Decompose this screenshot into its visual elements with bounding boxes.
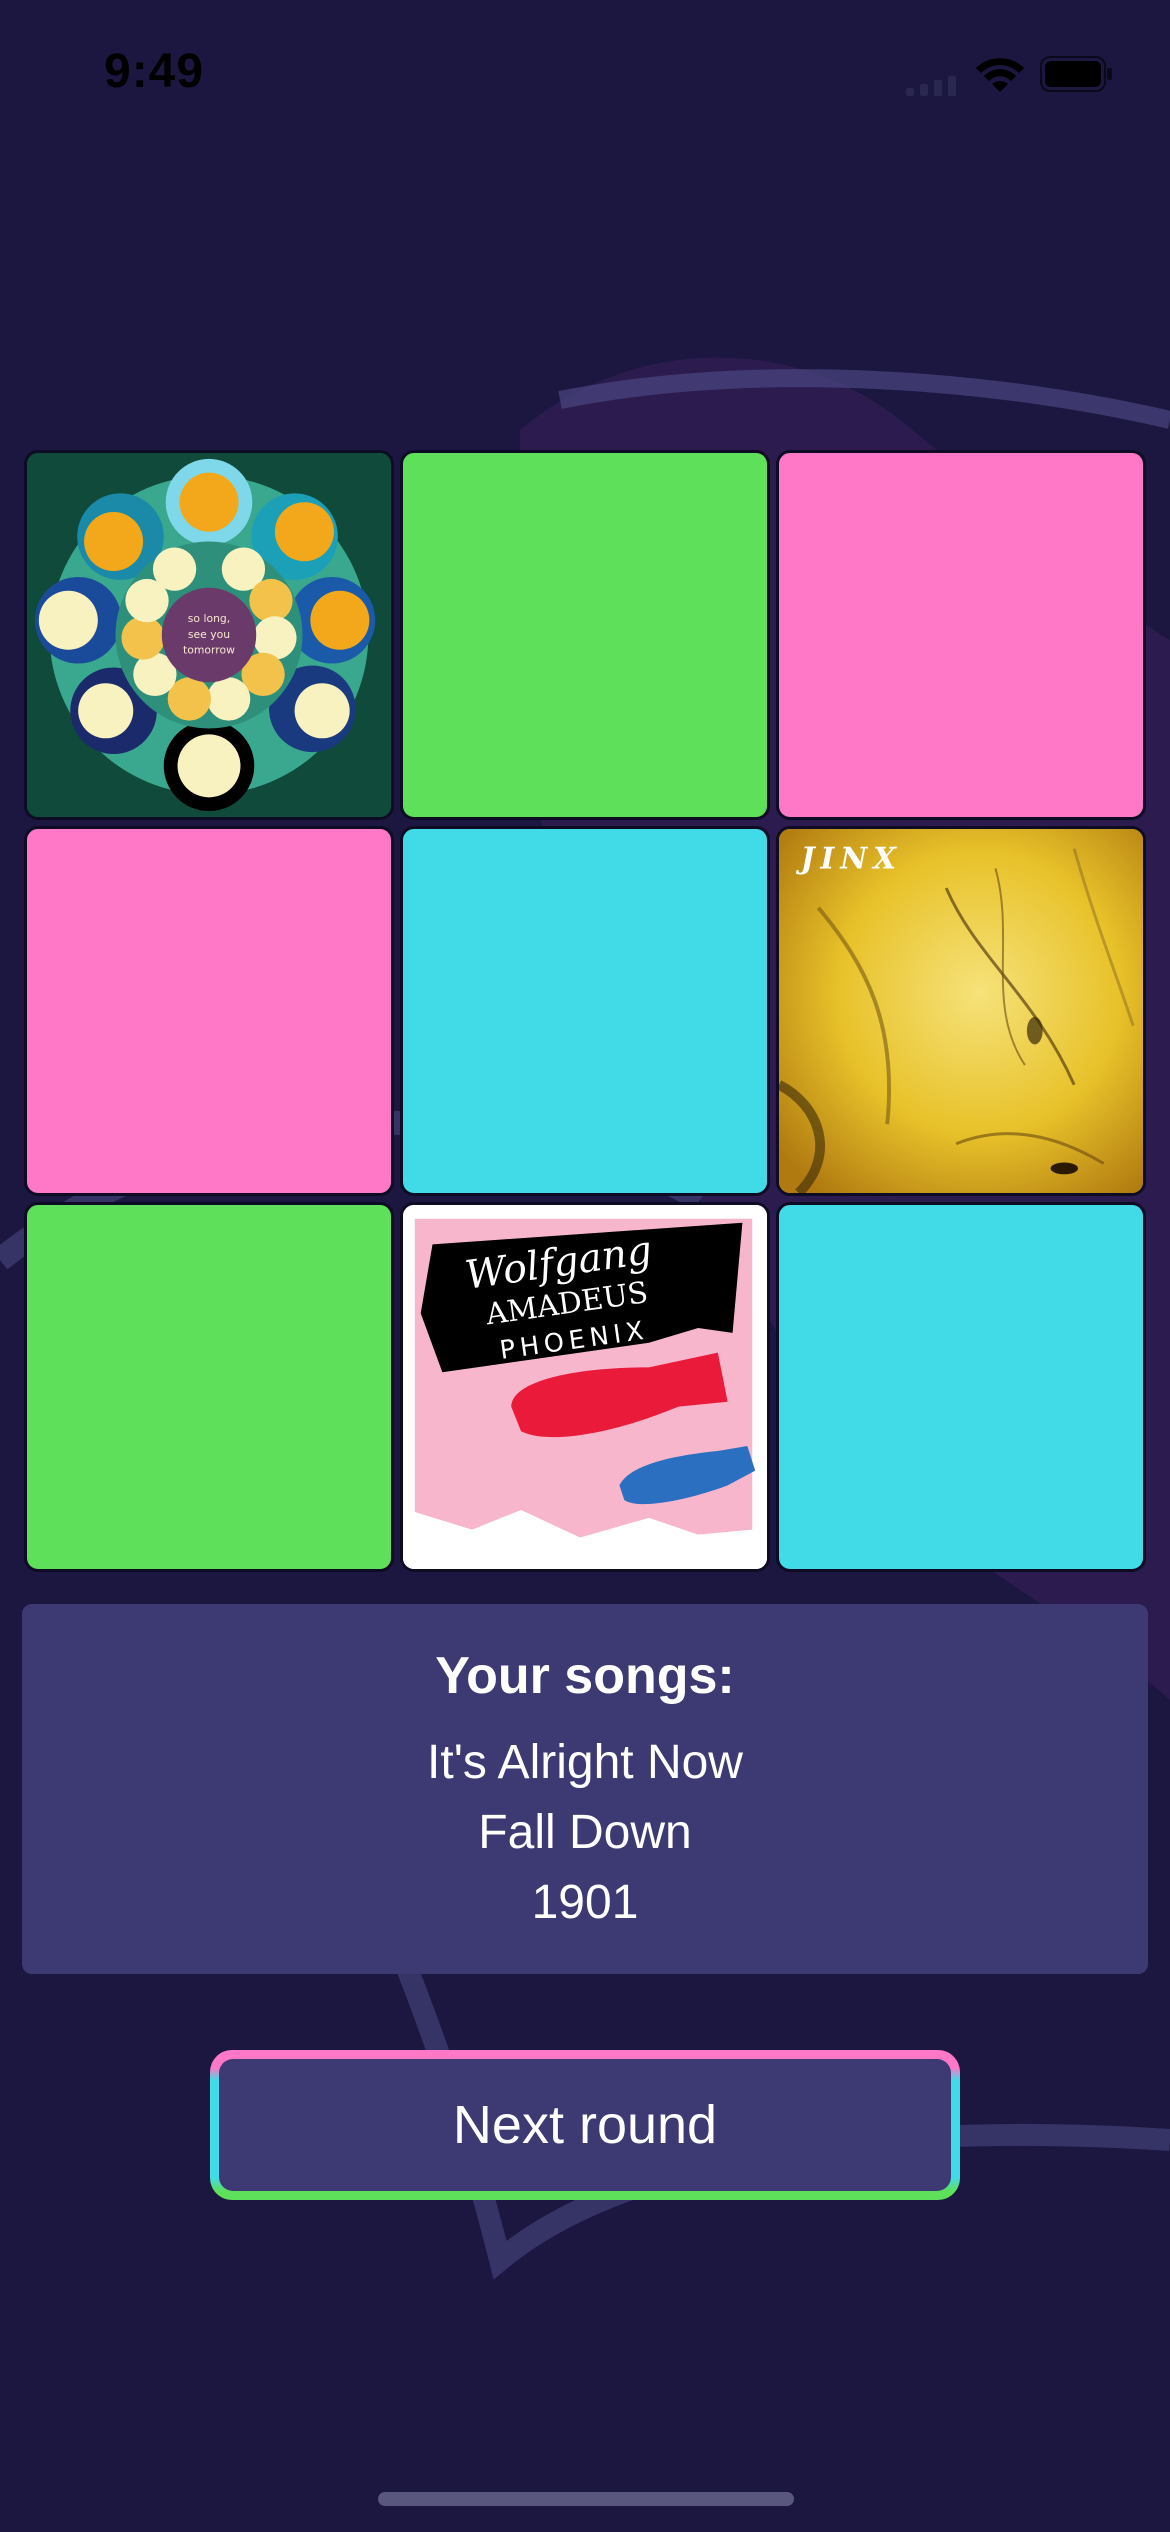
next-round-label: Next round (219, 2059, 951, 2191)
game-screen: 9:49 so long, see you tomorrow JINX Wolf… (0, 0, 1170, 2532)
tile-grid: so long, see you tomorrow JINX Wolfgang … (24, 450, 1146, 1572)
songs-list: It's Alright Now Fall Down 1901 (22, 1728, 1148, 1938)
color-tile-cyan[interactable] (400, 826, 770, 1196)
album-tile-wolfgang-amadeus-phoenix[interactable]: Wolfgang AMADEUS PHOENIX (400, 1202, 770, 1572)
battery-icon (1040, 56, 1112, 92)
cellular-signal-icon (906, 76, 956, 96)
wifi-icon (976, 58, 1024, 92)
song-item: 1901 (531, 1876, 639, 1929)
home-indicator[interactable] (378, 2492, 794, 2506)
album-tile-jinx[interactable]: JINX (776, 826, 1146, 1196)
svg-text:tomorrow: tomorrow (183, 644, 235, 657)
status-time: 9:49 (104, 45, 205, 98)
svg-text:JINX: JINX (796, 840, 902, 875)
status-bar: 9:49 (0, 0, 1170, 140)
album-tile-so-long-see-you-tomorrow[interactable]: so long, see you tomorrow (24, 450, 394, 820)
album-art-so-long-see-you-tomorrow: so long, see you tomorrow (27, 453, 391, 817)
song-item: It's Alright Now (427, 1736, 743, 1789)
color-tile-green[interactable] (24, 1202, 394, 1572)
your-songs-panel: Your songs: It's Alright Now Fall Down 1… (22, 1604, 1148, 1974)
song-item: Fall Down (478, 1806, 692, 1859)
color-tile-green[interactable] (400, 450, 770, 820)
svg-text:see you: see you (188, 628, 230, 641)
color-tile-pink[interactable] (776, 450, 1146, 820)
svg-text:so long,: so long, (188, 612, 230, 625)
songs-title: Your songs: (435, 1647, 735, 1705)
album-art-wolfgang-amadeus-phoenix: Wolfgang AMADEUS PHOENIX (403, 1205, 767, 1569)
next-round-button[interactable]: Next round (210, 2050, 960, 2200)
color-tile-cyan[interactable] (776, 1202, 1146, 1572)
color-tile-pink[interactable] (24, 826, 394, 1196)
album-art-jinx: JINX (779, 829, 1143, 1193)
